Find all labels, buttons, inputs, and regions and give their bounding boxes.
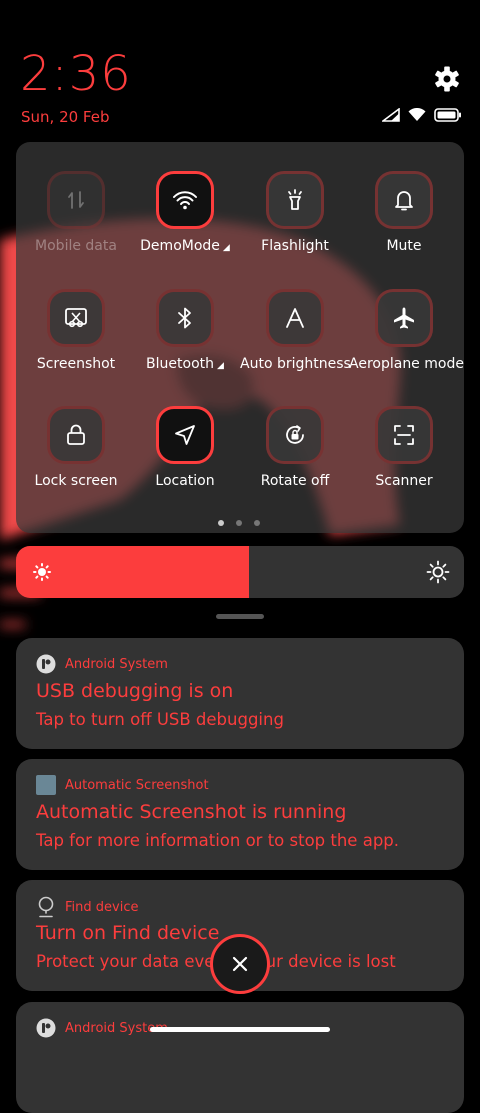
notification-card[interactable]: Android System [16,1002,464,1113]
tile-label: Mute [386,238,422,254]
mobile-data-icon [68,191,84,209]
tile-mobile-data[interactable]: Mobile data [21,171,131,254]
notification-card[interactable]: Android System USB debugging is on Tap t… [16,638,464,749]
airplane-icon [394,307,414,329]
tile-label: Scanner [375,473,433,489]
tile-aeroplane-mode[interactable]: Aeroplane mode [349,289,464,372]
brightness-low-icon [33,563,51,581]
notification-title: Automatic Screenshot is running [36,801,347,823]
bluetooth-button[interactable] [156,289,214,347]
tile-flashlight[interactable]: Flashlight [240,171,350,254]
clock: 2:36 [20,46,132,102]
tile-label: Lock screen [34,473,118,489]
screenshot-button[interactable] [47,289,105,347]
notification-app-name: Automatic Screenshot [65,777,209,793]
flashlight-button[interactable] [266,171,324,229]
tile-location[interactable]: Location [130,406,240,489]
brightness-high-icon [426,560,450,584]
wifi-button[interactable] [156,171,214,229]
bluetooth-icon [178,307,191,329]
page-indicator [218,520,260,526]
tile-screenshot[interactable]: Screenshot [21,289,131,372]
bell-icon [395,191,413,211]
lock-screen-button[interactable] [47,406,105,464]
notification-header: Automatic Screenshot [36,775,209,795]
screenshot-icon [65,308,87,328]
notification-title: Turn on Find device [36,922,220,944]
notification-card[interactable]: Automatic Screenshot Automatic Screensho… [16,759,464,870]
page-dot[interactable] [236,520,242,526]
wifi-icon [173,191,197,210]
notification-app-name: Find device [65,899,139,915]
page-dot[interactable] [218,520,224,526]
brightness-slider[interactable] [16,546,464,598]
tile-mute[interactable]: Mute [349,171,459,254]
notification-body: Tap to turn off USB debugging [36,710,284,729]
expand-arrow-icon: ◢ [222,243,230,253]
tile-lock-screen[interactable]: Lock screen [21,406,131,489]
auto-brightness-icon [286,308,304,328]
scanner-button[interactable] [375,406,433,464]
automatic-screenshot-app-icon [36,775,56,795]
mobile-data-button[interactable] [47,171,105,229]
tile-demomode[interactable]: DemoMode ◢ [130,171,240,254]
tile-label-text: Bluetooth [146,356,215,372]
tile-scanner[interactable]: Scanner [349,406,459,489]
rotate-lock-icon [286,425,304,444]
date: Sun, 20 Feb [21,108,110,126]
tile-label: Rotate off [260,473,330,489]
scanner-icon [394,425,414,445]
expand-arrow-icon: ◢ [217,361,224,371]
tile-label: Mobile data [35,238,117,254]
location-icon [175,425,195,445]
gear-icon[interactable] [432,64,462,94]
mute-button[interactable] [375,171,433,229]
rotate-off-button[interactable] [266,406,324,464]
lock-icon [67,424,85,445]
wifi-status-icon [408,108,426,121]
tile-bluetooth[interactable]: Bluetooth ◢ [130,289,240,372]
page-dot[interactable] [254,520,260,526]
notification-header: Find device [36,896,138,918]
close-icon [232,956,248,972]
tile-label: Auto brightness [240,356,351,372]
tile-label: Screenshot [36,356,116,372]
tile-label-text: DemoMode [140,238,220,254]
tile-auto-brightness[interactable]: Auto brightness [240,289,351,372]
home-indicator[interactable] [150,1027,330,1032]
status-icons [382,108,462,122]
notification-header: Android System [36,1018,168,1038]
location-button[interactable] [156,406,214,464]
flashlight-icon [288,189,302,210]
notification-title: USB debugging is on [36,680,234,702]
battery-icon [434,108,461,122]
android-system-icon [36,1018,56,1038]
android-system-icon [36,654,56,674]
find-device-icon [38,896,54,918]
tile-label: Aeroplane mode [349,356,464,372]
auto-brightness-button[interactable] [266,289,324,347]
notification-app-name: Android System [65,656,168,672]
signal-icon [382,108,400,122]
notification-header: Android System [36,654,168,674]
aeroplane-mode-button[interactable] [375,289,433,347]
tile-label: Bluetooth ◢ [130,356,240,372]
notification-body: Tap for more information or to stop the … [36,831,400,850]
tile-label: Flashlight [261,238,329,254]
tile-label: Location [155,473,215,489]
drag-handle[interactable] [216,614,264,619]
tile-rotate-off[interactable]: Rotate off [240,406,350,489]
tile-label: DemoMode ◢ [130,238,240,254]
clear-all-button[interactable] [210,934,270,994]
